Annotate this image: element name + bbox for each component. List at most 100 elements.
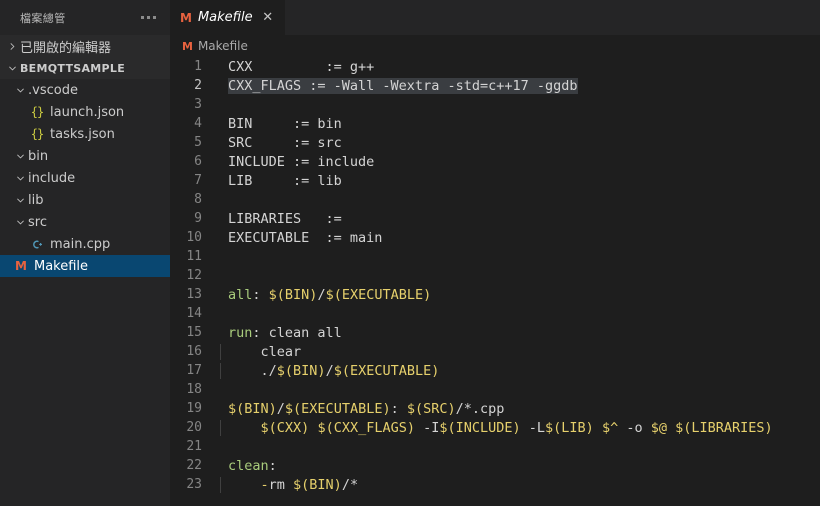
code-token: : clean all <box>252 324 342 341</box>
chevron-down-icon <box>12 145 28 167</box>
code-line[interactable]: 8 <box>170 190 820 209</box>
code-token: EXECUTABLE := main <box>228 229 383 246</box>
chevron-down-icon <box>12 211 28 233</box>
code-line[interactable]: 4 BIN := bin <box>170 114 820 133</box>
line-number: 23 <box>186 477 202 492</box>
line-number: 12 <box>186 268 202 283</box>
json-file-icon: {} <box>30 127 44 141</box>
code-token: LIB := lib <box>228 172 342 189</box>
sidebar-item-lib-folder[interactable]: lib <box>0 189 170 211</box>
code-line-content: $(BIN)/$(EXECUTABLE): $(SRC)/*.cpp <box>218 401 820 417</box>
json-file-icon: {} <box>30 105 44 119</box>
code-token: run <box>228 324 253 341</box>
code-token: /*.cpp <box>455 400 505 417</box>
tab-makefile[interactable]: M Makefile ✕ <box>170 0 285 35</box>
sidebar-section-open-editors[interactable]: 已開啟的編輯器 <box>0 35 170 57</box>
line-number: 8 <box>194 192 202 207</box>
line-number: 9 <box>194 211 202 226</box>
sidebar-item-launch-json[interactable]: {} launch.json <box>0 101 170 123</box>
cpp-file-icon <box>28 233 46 255</box>
sidebar-item-label: tasks.json <box>50 126 115 142</box>
code-line[interactable]: 15 run: clean all <box>170 323 820 342</box>
sidebar-item-vscode-folder[interactable]: .vscode <box>0 79 170 101</box>
code-line[interactable]: 14 <box>170 304 820 323</box>
code-token: all <box>228 286 253 303</box>
code-token: $(EXECUTABLE) <box>333 362 440 379</box>
makefile-icon: M <box>180 10 192 25</box>
code-token: rm <box>268 476 294 493</box>
close-icon[interactable]: ✕ <box>259 9 277 27</box>
sidebar-section-project-root[interactable]: BEMQTTSAMPLE <box>0 57 170 79</box>
sidebar-item-label: Makefile <box>34 258 89 274</box>
code-token: LIBRARIES := <box>228 210 342 227</box>
code-line[interactable]: 18 <box>170 380 820 399</box>
code-token: $(BIN) <box>268 286 318 303</box>
code-line[interactable]: 13 all: $(BIN)/$(EXECUTABLE) <box>170 285 820 304</box>
code-line-content: INCLUDE := include <box>218 154 820 170</box>
line-number: 21 <box>186 439 202 454</box>
code-line[interactable]: 21 <box>170 437 820 456</box>
sidebar-item-tasks-json[interactable]: {} tasks.json <box>0 123 170 145</box>
code-token: $(LIBRARIES) <box>675 419 773 436</box>
code-line[interactable]: 20 $(CXX) $(CXX_FLAGS) -I$(INCLUDE) -L$(… <box>170 418 820 437</box>
sidebar-item-bin-folder[interactable]: bin <box>0 145 170 167</box>
code-line-content: all: $(BIN)/$(EXECUTABLE) <box>218 287 820 303</box>
code-line[interactable]: 2 CXX_FLAGS := -Wall -Wextra -std=c++17 -… <box>170 76 820 95</box>
code-line-content: EXECUTABLE := main <box>218 230 820 246</box>
code-line[interactable]: 23 -rm $(BIN)/* <box>170 475 820 494</box>
editor-tab-bar: M Makefile ✕ <box>170 0 820 35</box>
code-line[interactable]: 11 <box>170 247 820 266</box>
line-number: 14 <box>186 306 202 321</box>
code-token: clean <box>228 457 269 474</box>
explorer-header: 檔案總管 <box>0 0 170 35</box>
code-token: clear <box>228 343 302 360</box>
code-line[interactable]: 19 $(BIN)/$(EXECUTABLE): $(SRC)/*.cpp <box>170 399 820 418</box>
line-number: 6 <box>194 154 202 169</box>
code-line-content: run: clean all <box>218 325 820 341</box>
code-line[interactable]: 7 LIB := lib <box>170 171 820 190</box>
sidebar-item-src-folder[interactable]: src <box>0 211 170 233</box>
code-token: ./ <box>228 362 277 379</box>
line-number: 4 <box>194 116 202 131</box>
line-number: 2 <box>194 78 202 93</box>
code-line[interactable]: 17 ./$(BIN)/$(EXECUTABLE) <box>170 361 820 380</box>
code-token: $(SRC) <box>406 400 456 417</box>
code-token: : <box>390 400 407 417</box>
sidebar-item-makefile[interactable]: M Makefile <box>0 255 170 277</box>
code-line[interactable]: 10 EXECUTABLE := main <box>170 228 820 247</box>
sidebar-item-label: main.cpp <box>50 236 111 252</box>
code-token: $(BIN) <box>293 476 342 493</box>
code-line[interactable]: 1 CXX := g++ <box>170 57 820 76</box>
line-number: 10 <box>186 230 202 245</box>
code-line[interactable]: 3 <box>170 95 820 114</box>
line-number: 22 <box>186 458 202 473</box>
line-number: 11 <box>186 249 202 264</box>
code-token: $(LIB) <box>545 419 594 436</box>
line-number: 17 <box>186 363 202 378</box>
more-actions-icon[interactable] <box>139 12 158 23</box>
code-token: INCLUDE := include <box>228 153 375 170</box>
code-token: - <box>260 476 269 493</box>
code-line[interactable]: 16 clear <box>170 342 820 361</box>
breadcrumb[interactable]: M Makefile <box>170 35 820 57</box>
code-line[interactable]: 22 clean: <box>170 456 820 475</box>
sidebar-item-label: bin <box>28 148 49 164</box>
code-token: $(BIN) <box>228 400 277 417</box>
sidebar-item-main-cpp[interactable]: main.cpp <box>0 233 170 255</box>
code-token: /* <box>341 476 359 493</box>
code-line[interactable]: 6 INCLUDE := include <box>170 152 820 171</box>
line-number: 1 <box>194 59 202 74</box>
code-token: : <box>252 286 269 303</box>
code-editor[interactable]: 1 CXX := g++ 2 CXX_FLAGS := -Wall -Wextra -… <box>170 57 820 506</box>
indent-guide <box>220 419 221 436</box>
explorer-title: 檔案總管 <box>20 11 66 25</box>
makefile-icon: M <box>182 39 193 53</box>
sidebar-item-label: lib <box>28 192 44 208</box>
sidebar-item-include-folder[interactable]: include <box>0 167 170 189</box>
code-token: / <box>317 286 326 303</box>
code-line[interactable]: 9 LIBRARIES := <box>170 209 820 228</box>
code-line[interactable]: 12 <box>170 266 820 285</box>
line-number: 16 <box>186 344 202 359</box>
code-line[interactable]: 5 SRC := src <box>170 133 820 152</box>
